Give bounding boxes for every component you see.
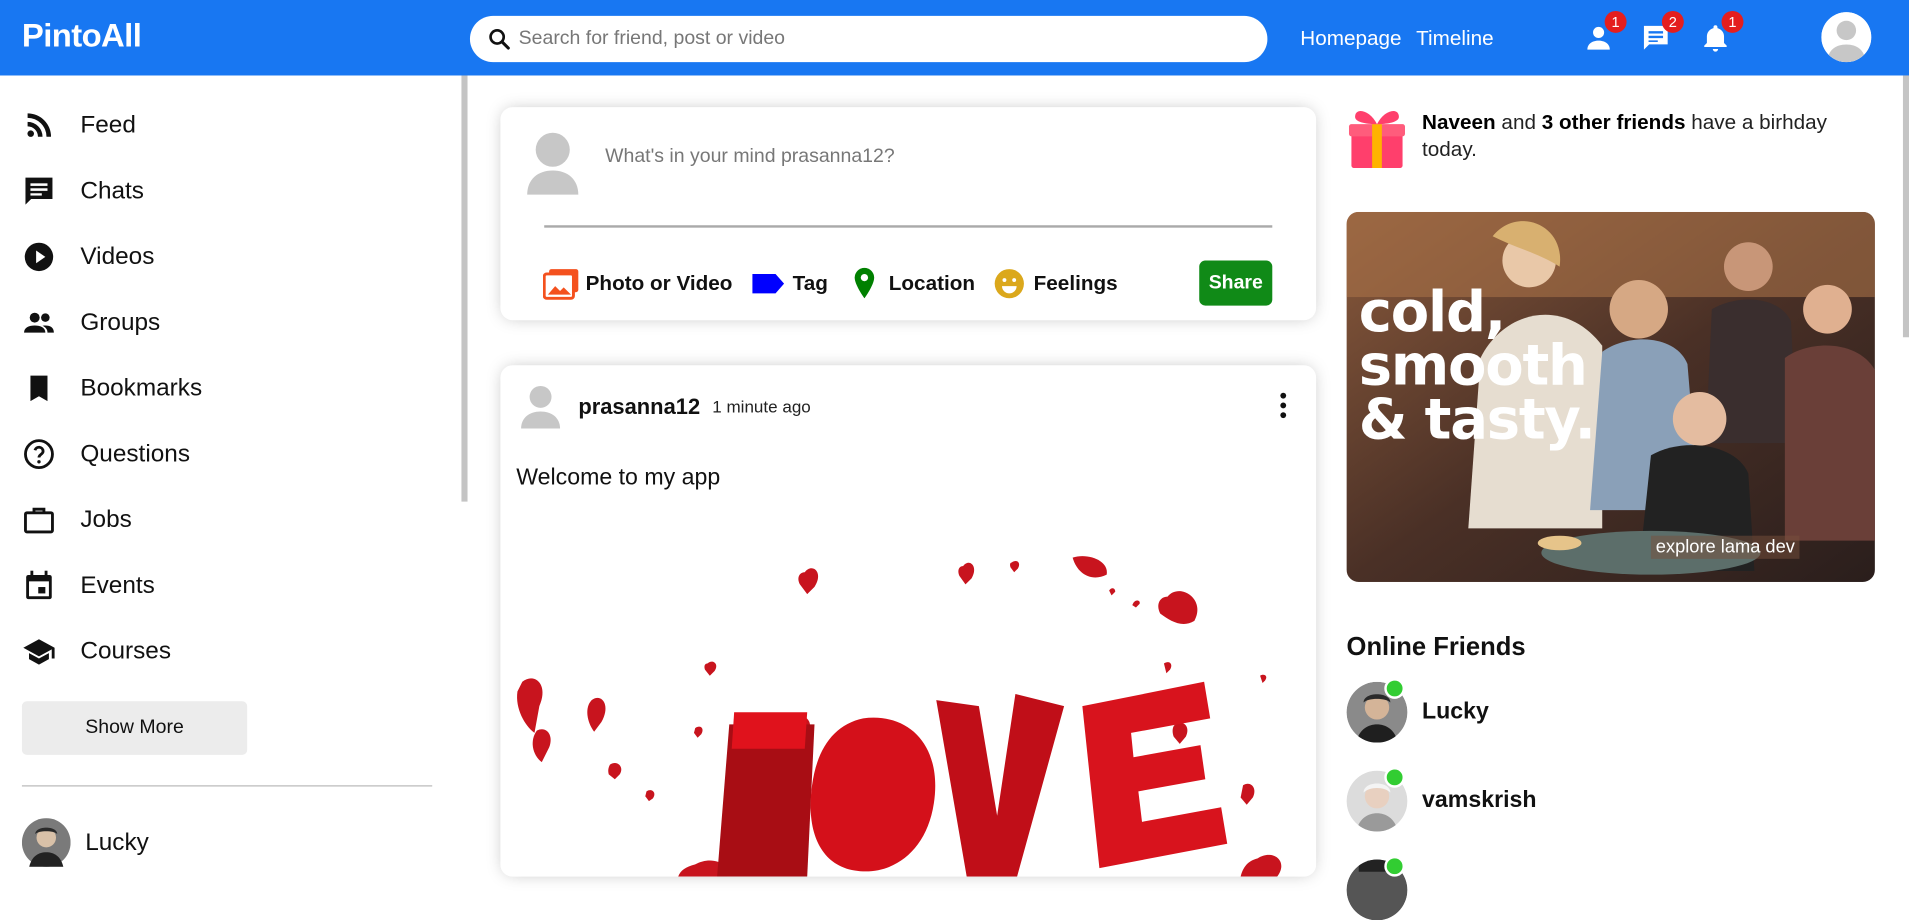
birthday-others[interactable]: 3 other friends: [1542, 111, 1686, 134]
sidebar-item-chats[interactable]: Chats: [22, 173, 144, 210]
online-friend-name: Lucky: [1422, 698, 1489, 725]
location-pin-icon: [854, 267, 875, 299]
more-vert-icon[interactable]: [1272, 390, 1294, 422]
online-status-dot: [1384, 767, 1405, 788]
online-friend-name: vamskrish: [1422, 787, 1537, 814]
sidebar-friend-name: Lucky: [85, 828, 149, 856]
show-more-button[interactable]: Show More: [21, 701, 248, 755]
birthday-notice: Naveen and 3 other friends have a birhda…: [1347, 105, 1827, 169]
search-icon: [489, 29, 510, 50]
post-username[interactable]: prasanna12: [578, 394, 700, 420]
messages-badge: 2: [1661, 10, 1684, 33]
online-status-dot: [1384, 678, 1405, 699]
online-friends-title: Online Friends: [1346, 633, 1526, 662]
ad-banner[interactable]: cold, smooth & tasty. explore lama dev: [1346, 211, 1875, 582]
sidebar-item-feed[interactable]: Feed: [22, 107, 136, 144]
page-scrollbar[interactable]: [1902, 75, 1909, 338]
online-friend-item[interactable]: Lucky: [1346, 678, 1489, 743]
sidebar-item-label: Chats: [80, 177, 144, 204]
default-avatar-icon: [1821, 12, 1872, 63]
tag-option[interactable]: Tag: [750, 267, 828, 301]
sidebar-item-label: Videos: [80, 242, 155, 270]
sidebar-item-label: Bookmarks: [80, 374, 203, 402]
option-label: Location: [888, 271, 976, 295]
briefcase-icon: [24, 507, 54, 534]
sidebar-item-questions[interactable]: Questions: [22, 436, 190, 473]
avatar: [21, 818, 71, 867]
search-bar: [469, 15, 1268, 63]
gift-icon: [1348, 111, 1405, 169]
ad-headline-line: smooth: [1358, 332, 1588, 399]
topbar: PintoAll Homepage Timeline 1 2 1: [0, 0, 1909, 76]
sidebar-divider: [21, 785, 433, 787]
photo-library-icon: [543, 269, 579, 300]
sidebar-item-label: Jobs: [80, 505, 132, 533]
default-avatar-icon: [527, 132, 579, 195]
help-circle-icon: [24, 439, 54, 470]
notifications-badge: 1: [1721, 10, 1744, 33]
location-option[interactable]: Location: [846, 267, 975, 301]
ad-footer: explore lama dev: [1650, 535, 1800, 559]
post-text: Welcome to my app: [516, 465, 721, 491]
sidebar-item-label: Feed: [80, 111, 136, 139]
profile-avatar[interactable]: [1821, 12, 1872, 63]
sidebar-item-label: Groups: [80, 308, 161, 336]
ad-headline-line: cold,: [1358, 278, 1506, 345]
calendar-event-icon: [26, 570, 52, 600]
sidebar-item-courses[interactable]: Courses: [22, 633, 171, 670]
sidebar-item-jobs[interactable]: Jobs: [22, 502, 132, 539]
share-button[interactable]: Share: [1199, 260, 1273, 306]
label-icon: [752, 273, 785, 294]
sidebar-item-label: Questions: [80, 440, 191, 467]
sidebar-item-videos[interactable]: Videos: [22, 239, 154, 276]
birthday-name[interactable]: Naveen: [1422, 111, 1496, 134]
messages-button[interactable]: 2: [1640, 10, 1684, 54]
friend-requests-button[interactable]: 1: [1583, 10, 1627, 54]
share-box: Photo or Video Tag Location Feelings Sha…: [500, 107, 1317, 321]
photo-video-option[interactable]: Photo or Video: [543, 267, 732, 301]
group-icon: [24, 312, 54, 333]
search-input[interactable]: [518, 28, 1225, 50]
ad-headline-line: & tasty.: [1358, 385, 1596, 452]
feelings-option[interactable]: Feelings: [991, 267, 1118, 301]
online-status-dot: [1384, 855, 1405, 877]
sidebar-item-events[interactable]: Events: [22, 567, 155, 604]
app-logo[interactable]: PintoAll: [22, 17, 142, 55]
graduation-cap-icon: [23, 639, 55, 665]
play-circle-icon: [24, 242, 54, 272]
bookmark-icon: [30, 375, 48, 402]
friend-requests-badge: 1: [1604, 10, 1627, 33]
birthday-text: Naveen and 3 other friends have a birhda…: [1422, 110, 1885, 164]
ad-headline: cold, smooth & tasty.: [1358, 278, 1596, 452]
top-links: Homepage Timeline: [1300, 27, 1493, 51]
homepage-link[interactable]: Homepage: [1300, 27, 1401, 51]
left-sidebar: Feed Chats Videos Groups Bookmarks Quest…: [0, 75, 468, 869]
sidebar-item-label: Events: [80, 571, 155, 599]
sidebar-friend-item[interactable]: Lucky: [21, 818, 149, 867]
sidebar-item-bookmarks[interactable]: Bookmarks: [22, 370, 202, 407]
share-input[interactable]: [605, 146, 1263, 169]
online-friend-item[interactable]: vamskrish: [1346, 767, 1537, 832]
post-card: prasanna12 1 minute ago Welcome to my ap…: [500, 365, 1317, 877]
emoji-icon: [994, 269, 1024, 299]
chat-icon: [25, 177, 53, 205]
default-avatar-icon: [521, 385, 561, 429]
timeline-link[interactable]: Timeline: [1416, 27, 1493, 51]
sidebar-item-groups[interactable]: Groups: [22, 304, 160, 341]
share-divider: [544, 225, 1273, 228]
option-label: Feelings: [1033, 271, 1118, 295]
birthday-connector: and: [1495, 110, 1542, 134]
rss-feed-icon: [27, 113, 52, 137]
option-label: Photo or Video: [585, 271, 733, 295]
post-date: 1 minute ago: [712, 396, 811, 417]
option-label: Tag: [792, 271, 828, 295]
post-image[interactable]: [500, 547, 1317, 877]
sidebar-item-label: Courses: [80, 637, 172, 665]
notifications-button[interactable]: 1: [1700, 10, 1744, 54]
sidebar-scrollbar[interactable]: [461, 75, 468, 502]
